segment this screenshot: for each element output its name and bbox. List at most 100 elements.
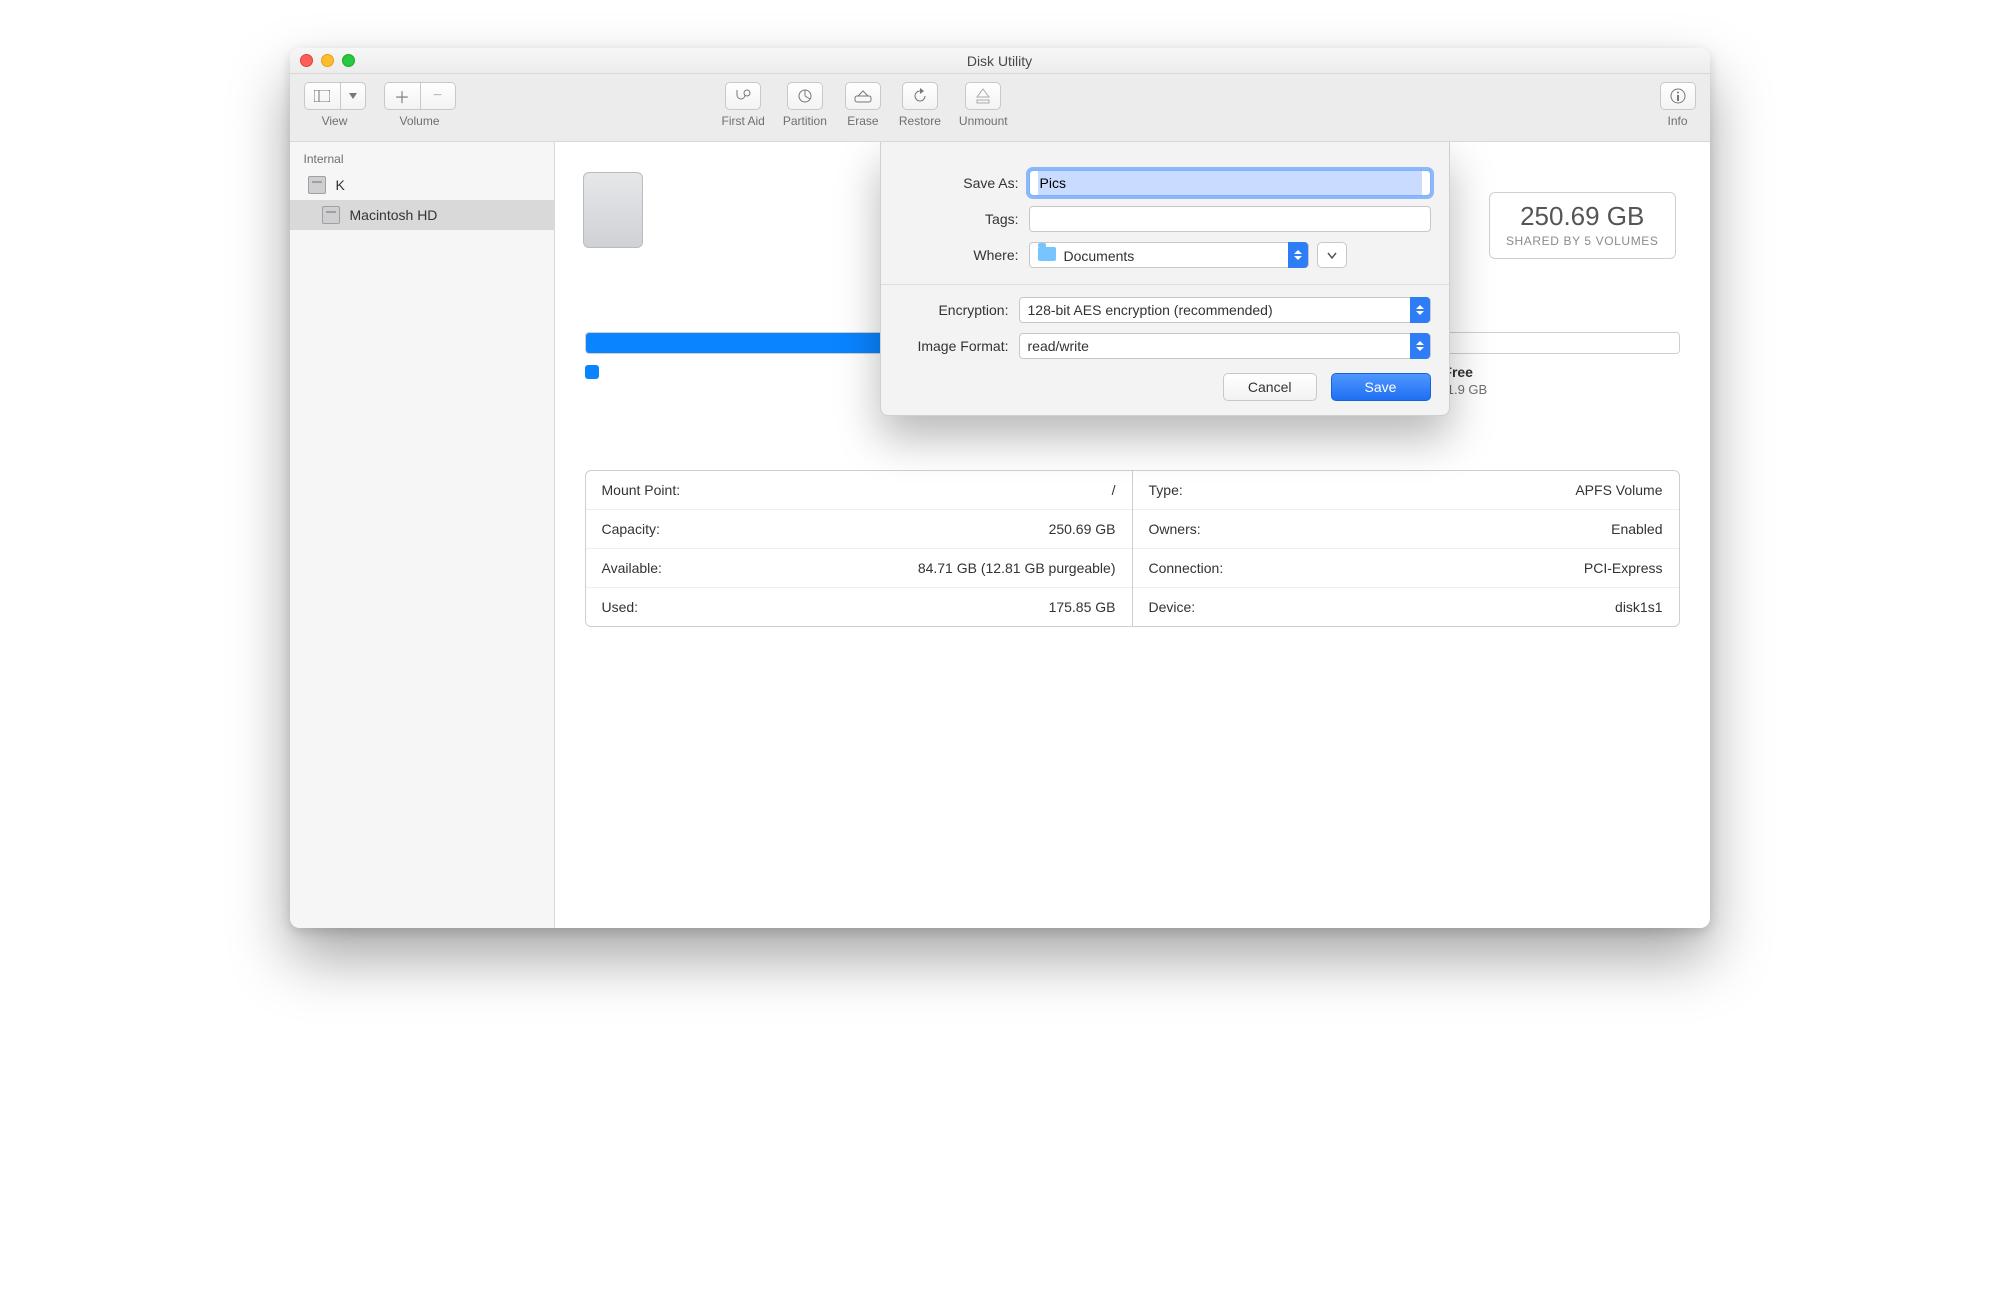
format-label: Image Format: [899, 338, 1019, 354]
tb-group-info: Info [1660, 82, 1696, 128]
volume-add-button[interactable]: ＋ [384, 82, 420, 110]
detail-key: Used: [602, 599, 639, 615]
capacity-subtitle: SHARED BY 5 VOLUMES [1506, 234, 1659, 248]
detail-val: / [1112, 482, 1116, 498]
row-encryption: Encryption: 128-bit AES encryption (reco… [899, 297, 1431, 323]
detail-val: PCI-Express [1584, 560, 1663, 576]
info-button[interactable] [1660, 82, 1696, 110]
detail-row: Mount Point: / [586, 471, 1132, 510]
capacity-value: 250.69 GB [1506, 201, 1659, 232]
details-table: Mount Point: / Capacity:250.69 GB Availab… [585, 470, 1680, 627]
detail-row: Owners: Enabled [1133, 510, 1679, 549]
detail-key: Type: [1149, 482, 1183, 498]
row-format: Image Format: read/write [899, 333, 1431, 359]
tb-label-volume: Volume [399, 114, 439, 128]
detail-row: Device:disk1s1 [1133, 588, 1679, 626]
where-expand-button[interactable] [1317, 242, 1347, 268]
details-col-right: Type:APFS Volume Owners: Enabled Connecti… [1133, 471, 1679, 626]
encryption-label: Encryption: [899, 302, 1019, 318]
save-as-field-wrap [1029, 170, 1431, 196]
row-where: Where: Documents [899, 242, 1431, 268]
content-area: 250.69 GB SHARED BY 5 VOLUMES Free 71.9 [555, 142, 1710, 928]
tb-label-erase: Erase [847, 114, 878, 128]
erase-button[interactable] [845, 82, 881, 110]
save-as-input[interactable] [1038, 171, 1422, 195]
capacity-box: 250.69 GB SHARED BY 5 VOLUMES [1489, 192, 1676, 259]
chevron-down-icon [349, 93, 357, 99]
detail-val: 84.71 GB (12.81 GB purgeable) [918, 560, 1116, 576]
tb-label-restore: Restore [899, 114, 941, 128]
detail-key: Mount Point: [602, 482, 681, 498]
select-stepper-icon [1288, 242, 1308, 268]
tags-label: Tags: [899, 211, 1029, 227]
format-select[interactable]: read/write [1019, 333, 1431, 359]
erase-icon [854, 89, 872, 103]
sidebar: Internal K Macintosh HD [290, 142, 555, 928]
detail-val: 175.85 GB [1049, 599, 1116, 615]
disk-icon [308, 176, 326, 194]
detail-val: Enabled [1611, 521, 1662, 537]
restore-button[interactable] [902, 82, 938, 110]
sidebar-section-internal: Internal [290, 148, 554, 170]
tags-input[interactable] [1029, 206, 1431, 232]
window-title: Disk Utility [967, 53, 1032, 69]
sidebar-icon [314, 90, 330, 102]
tb-label-firstaid: First Aid [722, 114, 765, 128]
save-as-label: Save As: [899, 175, 1029, 191]
info-icon [1670, 88, 1686, 104]
minus-icon: − [433, 87, 442, 105]
where-select[interactable]: Documents [1029, 242, 1309, 268]
volume-remove-button[interactable]: − [420, 82, 456, 110]
detail-row: Used: 175.85 GB [586, 588, 1132, 626]
chevron-down-icon [1327, 252, 1337, 259]
app-window: Disk Utility View ＋ − Volume [290, 48, 1710, 928]
partition-button[interactable] [787, 82, 823, 110]
cancel-button[interactable]: Cancel [1223, 373, 1317, 401]
encryption-value: 128-bit AES encryption (recommended) [1028, 302, 1273, 318]
detail-row: Connection: PCI-Express [1133, 549, 1679, 588]
sidebar-item-macintosh-hd[interactable]: Macintosh HD [290, 200, 554, 230]
detail-key: Capacity: [602, 521, 660, 537]
legend-item-free: Free 71.9 GB [1420, 364, 1680, 397]
sidebar-item-label: K [336, 177, 345, 193]
close-button[interactable] [300, 54, 313, 67]
tb-label-partition: Partition [783, 114, 827, 128]
detail-row: Type:APFS Volume [1133, 471, 1679, 510]
legend-free-value: 71.9 GB [1440, 382, 1680, 397]
detail-key: Available: [602, 560, 662, 576]
tb-group-view: View [304, 82, 366, 128]
zoom-button[interactable] [342, 54, 355, 67]
detail-row: Available: 84.71 GB (12.81 GB purgeable) [586, 549, 1132, 588]
tb-group-unmount: Unmount [959, 82, 1008, 128]
toolbar: View ＋ − Volume First Aid Partition [290, 74, 1710, 142]
view-menu-button[interactable] [340, 82, 366, 110]
row-save-as: Save As: [899, 170, 1431, 196]
volume-icon [583, 172, 643, 248]
tb-group-erase: Erase [845, 82, 881, 128]
encryption-select[interactable]: 128-bit AES encryption (recommended) [1019, 297, 1431, 323]
legend-chip [585, 365, 599, 379]
detail-val: disk1s1 [1615, 599, 1662, 615]
first-aid-button[interactable] [725, 82, 761, 110]
pie-icon [797, 88, 813, 104]
minimize-button[interactable] [321, 54, 334, 67]
where-value: Documents [1064, 248, 1135, 264]
format-value: read/write [1028, 338, 1089, 354]
detail-key: Connection: [1149, 560, 1224, 576]
detail-key: Owners: [1149, 521, 1201, 537]
view-sidebar-button[interactable] [304, 82, 340, 110]
sidebar-item-k[interactable]: K [290, 170, 554, 200]
where-label: Where: [899, 247, 1029, 263]
save-button[interactable]: Save [1331, 373, 1431, 401]
restore-icon [912, 88, 928, 104]
details-col-left: Mount Point: / Capacity:250.69 GB Availab… [586, 471, 1133, 626]
plus-icon: ＋ [394, 84, 410, 108]
sidebar-item-label: Macintosh HD [350, 207, 438, 223]
folder-icon [1038, 247, 1056, 261]
save-sheet: Save As: Tags: Where: Documents [880, 142, 1450, 416]
stethoscope-icon [734, 88, 752, 104]
select-stepper-icon [1410, 333, 1430, 359]
unmount-button[interactable] [965, 82, 1001, 110]
eject-icon [976, 88, 990, 104]
detail-row: Capacity:250.69 GB [586, 510, 1132, 549]
